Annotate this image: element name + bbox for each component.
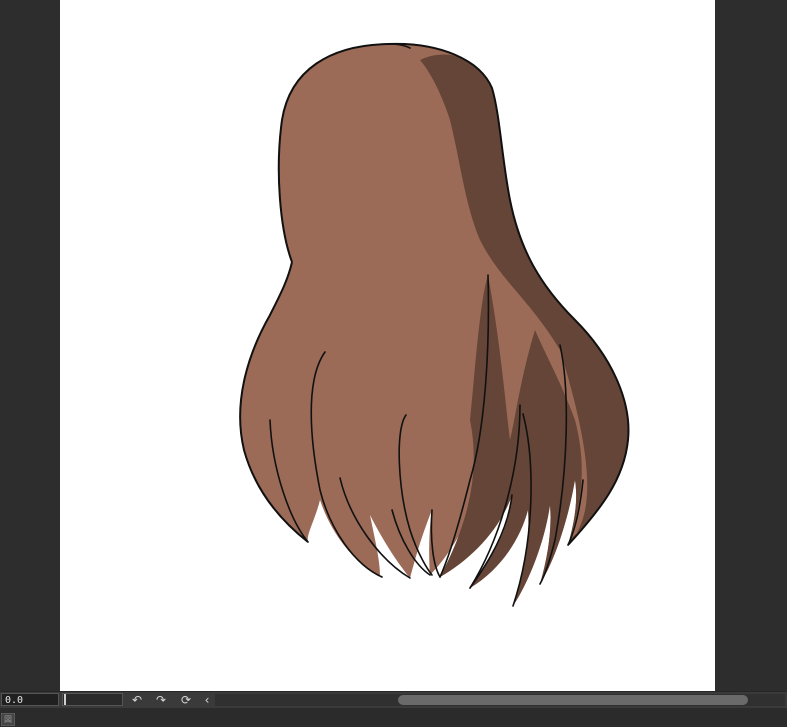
horizontal-scrollbar[interactable]: [215, 694, 785, 706]
hair-artwork: [239, 42, 630, 607]
status-bar: 0.0 ↶ ↷ ⟳ ‹: [0, 691, 787, 708]
rotate-reset-icon[interactable]: ⟳: [177, 693, 195, 707]
layer-icon[interactable]: 図: [1, 713, 15, 726]
undo-icon[interactable]: ↶: [128, 693, 146, 707]
chevron-left-icon[interactable]: ‹: [198, 693, 216, 707]
canvas-workspace[interactable]: [0, 0, 787, 691]
zoom-slider[interactable]: [62, 693, 123, 706]
zoom-slider-handle[interactable]: [64, 694, 66, 705]
zoom-input[interactable]: 0.0: [1, 693, 59, 706]
redo-icon[interactable]: ↷: [152, 693, 170, 707]
horizontal-scrollbar-thumb[interactable]: [398, 695, 748, 705]
bottom-panel: 図: [0, 708, 787, 727]
